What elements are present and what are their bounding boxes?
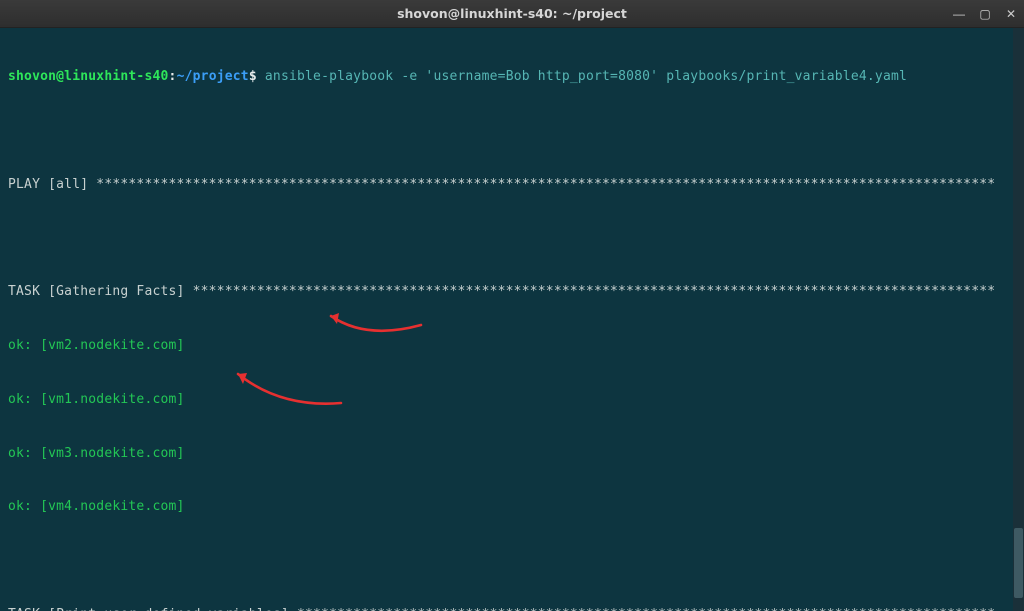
command-text	[257, 69, 265, 84]
gather-ok-line: ok: [vm4.nodekite.com]	[8, 498, 1018, 516]
blank-line	[8, 552, 1018, 570]
prompt-path: /project	[185, 69, 249, 84]
prompt-tilde: ~	[177, 69, 185, 84]
blank-line	[8, 122, 1018, 140]
prompt-colon: :	[169, 69, 177, 84]
play-all-header: PLAY [all] *****************************…	[8, 176, 1018, 194]
window-controls: — ▢ ✕	[952, 7, 1018, 21]
window-title: shovon@linuxhint-s40: ~/project	[397, 6, 627, 21]
blank-line	[8, 229, 1018, 247]
gather-ok-line: ok: [vm3.nodekite.com]	[8, 445, 1018, 463]
terminal-area[interactable]: shovon@linuxhint-s40:~/project$ ansible-…	[0, 28, 1024, 611]
command-text-value: ansible-playbook -e 'username=Bob http_p…	[265, 69, 907, 84]
gather-ok-line: ok: [vm2.nodekite.com]	[8, 337, 1018, 355]
task-gathering-header: TASK [Gathering Facts] *****************…	[8, 283, 1018, 301]
gather-ok-line: ok: [vm1.nodekite.com]	[8, 391, 1018, 409]
terminal-window: shovon@linuxhint-s40: ~/project — ▢ ✕ sh…	[0, 0, 1024, 611]
prompt-line-1: shovon@linuxhint-s40:~/project$ ansible-…	[8, 68, 1018, 86]
scrollbar-track[interactable]	[1013, 28, 1024, 611]
task-print-header: TASK [Print user defined variables] ****…	[8, 606, 1018, 611]
prompt-user-host: shovon@linuxhint-s40	[8, 69, 169, 84]
close-button[interactable]: ✕	[1004, 7, 1018, 21]
scrollbar-thumb[interactable]	[1014, 528, 1023, 598]
minimize-button[interactable]: —	[952, 7, 966, 21]
prompt-dollar: $	[249, 69, 257, 84]
annotation-arrows	[0, 28, 1024, 611]
maximize-button[interactable]: ▢	[978, 7, 992, 21]
titlebar: shovon@linuxhint-s40: ~/project — ▢ ✕	[0, 0, 1024, 28]
